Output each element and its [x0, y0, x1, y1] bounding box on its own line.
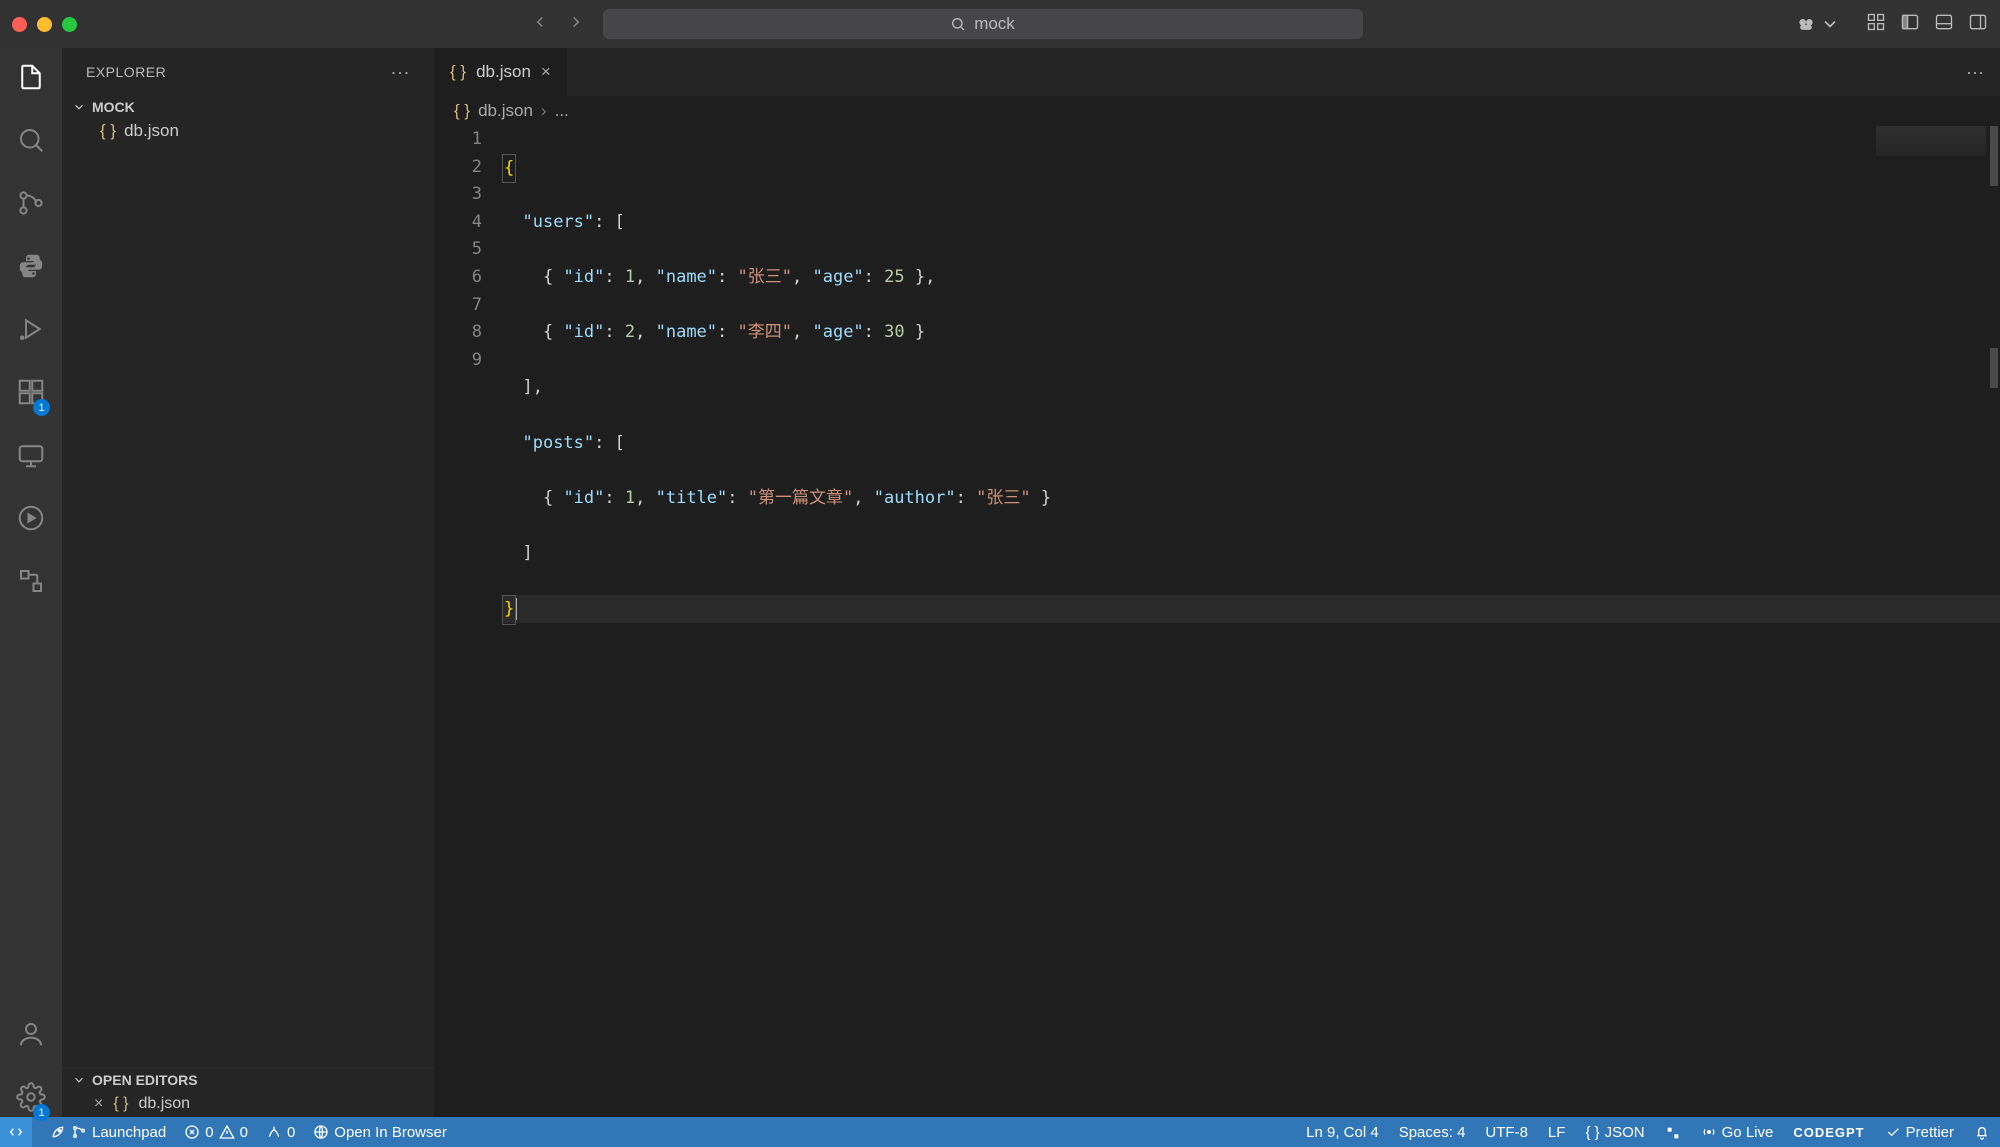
explorer-title: EXPLORER [86, 64, 166, 80]
remote-indicator[interactable] [0, 1117, 32, 1147]
close-window-icon[interactable] [12, 17, 27, 32]
nav-arrows [531, 13, 585, 36]
status-ports[interactable]: 0 [266, 1124, 295, 1141]
folder-name: MOCK [92, 99, 135, 115]
status-indentation[interactable]: Spaces: 4 [1399, 1124, 1466, 1141]
minimap[interactable] [1876, 126, 1986, 156]
nav-forward-icon[interactable] [567, 13, 585, 36]
antenna-icon [266, 1124, 282, 1140]
status-open-browser[interactable]: Open In Browser [313, 1124, 447, 1141]
search-text: mock [974, 14, 1015, 34]
activity-run-debug-icon[interactable] [16, 314, 46, 349]
explorer-sidebar: EXPLORER ··· MOCK { } db.json OPEN EDITO… [62, 48, 434, 1117]
file-name: db.json [124, 121, 179, 141]
minimize-window-icon[interactable] [37, 17, 52, 32]
breadcrumb-rest: ... [555, 101, 569, 121]
breadcrumb[interactable]: { } db.json › ... [434, 96, 2000, 126]
check-icon [1885, 1124, 1901, 1140]
status-language[interactable]: { } JSON [1585, 1124, 1644, 1141]
open-editor-item[interactable]: × { } db.json [62, 1091, 434, 1117]
activity-explorer-icon[interactable] [16, 62, 46, 97]
activity-remote-icon[interactable] [16, 440, 46, 475]
activity-settings-icon[interactable]: 1 [16, 1082, 46, 1117]
chevron-right-icon: › [541, 101, 547, 121]
chevron-down-icon [72, 100, 86, 114]
editor-group: { } db.json × ··· { } db.json › ... 1 2 … [434, 48, 2000, 1117]
activity-search-icon[interactable] [16, 125, 46, 160]
broadcast-icon [1701, 1124, 1717, 1140]
activity-live-icon[interactable] [16, 503, 46, 538]
editor-more-icon[interactable]: ··· [1966, 62, 1984, 83]
status-encoding[interactable]: UTF-8 [1485, 1124, 1528, 1141]
activity-extensions-icon[interactable]: 1 [16, 377, 46, 412]
activity-bar: 1 1 [0, 48, 62, 1117]
json-file-icon: { } [454, 101, 470, 121]
layout-grid-icon[interactable] [1866, 12, 1886, 37]
remote-icon [8, 1124, 24, 1140]
open-editors-label: OPEN EDITORS [92, 1072, 198, 1088]
braces-icon: { } [1585, 1124, 1599, 1141]
open-editors-section[interactable]: OPEN EDITORS [62, 1069, 434, 1091]
status-go-live[interactable]: Go Live [1701, 1124, 1774, 1141]
chevron-down-icon [1820, 14, 1840, 34]
code-lines: { "users": [ { "id": 1, "name": "张三", "a… [502, 126, 2000, 1117]
copilot-icon[interactable] [1796, 14, 1840, 34]
folder-section[interactable]: MOCK [62, 96, 434, 118]
status-launchpad[interactable]: Launchpad [50, 1124, 166, 1141]
status-bar: Launchpad 0 0 0 Open In Browser Ln 9, Co… [0, 1117, 2000, 1147]
error-icon [184, 1124, 200, 1140]
json-file-icon: { } [450, 62, 466, 82]
explorer-more-icon[interactable]: ··· [391, 62, 410, 83]
maximize-window-icon[interactable] [62, 17, 77, 32]
extensions-badge: 1 [33, 399, 50, 416]
status-bell-icon[interactable] [1974, 1123, 1990, 1140]
status-cursor-position[interactable]: Ln 9, Col 4 [1306, 1124, 1379, 1141]
settings-badge: 1 [33, 1104, 50, 1121]
tab-label: db.json [476, 62, 531, 82]
toggle-panel-icon[interactable] [1934, 12, 1954, 37]
branch-icon [71, 1124, 87, 1140]
open-editor-name: db.json [138, 1095, 190, 1113]
rocket-icon [50, 1124, 66, 1140]
explorer-header: EXPLORER ··· [62, 48, 434, 96]
titlebar: mock [0, 0, 2000, 48]
command-center[interactable]: mock [603, 9, 1363, 39]
status-codegpt[interactable]: CODEGPT [1793, 1125, 1864, 1140]
json-file-icon: { } [100, 121, 116, 141]
editor-tabs: { } db.json × ··· [434, 48, 2000, 96]
close-editor-icon[interactable]: × [94, 1095, 103, 1113]
warning-icon [219, 1124, 235, 1140]
line-gutter: 1 2 3 4 5 6 7 8 9 [434, 126, 502, 1117]
activity-source-control-icon[interactable] [16, 188, 46, 223]
status-eol[interactable]: LF [1548, 1124, 1566, 1141]
toggle-primary-sidebar-icon[interactable] [1900, 12, 1920, 37]
code-editor[interactable]: 1 2 3 4 5 6 7 8 9 { "users": [ { "id": 1… [434, 126, 2000, 1117]
activity-flow-icon[interactable] [16, 566, 46, 601]
overview-ruler [1990, 126, 1998, 186]
json-file-icon: { } [113, 1095, 128, 1113]
chevron-down-icon [72, 1073, 86, 1087]
nav-back-icon[interactable] [531, 13, 549, 36]
file-tree-item[interactable]: { } db.json [62, 118, 434, 144]
toggle-secondary-sidebar-icon[interactable] [1968, 12, 1988, 37]
globe-icon [313, 1124, 329, 1140]
search-icon [950, 16, 966, 32]
overview-ruler [1990, 348, 1998, 388]
status-problems[interactable]: 0 0 [184, 1124, 248, 1141]
activity-python-icon[interactable] [16, 251, 46, 286]
close-tab-icon[interactable]: × [541, 62, 551, 82]
status-prettier[interactable]: Prettier [1885, 1124, 1954, 1141]
activity-account-icon[interactable] [16, 1019, 46, 1054]
window-controls [12, 17, 77, 32]
tab-db-json[interactable]: { } db.json × [434, 48, 568, 96]
status-flow-icon[interactable] [1665, 1123, 1681, 1140]
breadcrumb-file: db.json [478, 101, 533, 121]
main: 1 1 EXPLORER ··· MOCK { } db.json OPEN E… [0, 48, 2000, 1117]
